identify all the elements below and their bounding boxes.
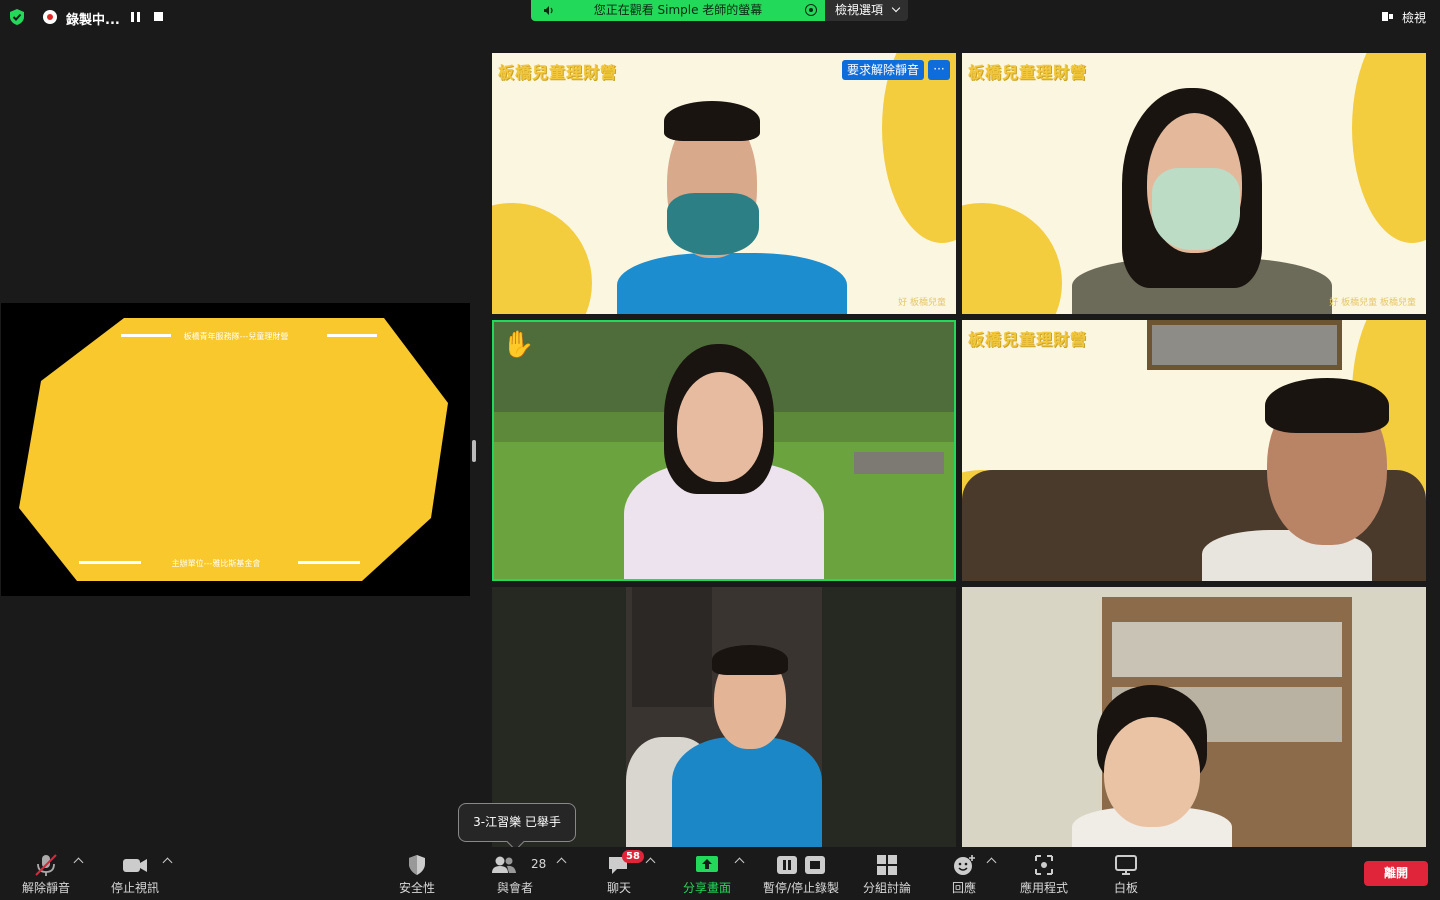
participant-video-tile[interactable] <box>962 587 1426 847</box>
participant-body <box>617 253 847 314</box>
stop-video-button[interactable]: 停止視訊 <box>103 847 167 900</box>
participant-hair <box>712 645 788 675</box>
whiteboard-label: 白板 <box>1113 881 1138 895</box>
background-blob <box>962 203 1062 314</box>
background-shelf <box>632 587 712 707</box>
whiteboard-icon <box>1115 855 1137 875</box>
more-options-button[interactable]: ··· <box>928 60 950 80</box>
face-mask <box>1152 168 1240 250</box>
unmute-label: 解除靜音 <box>21 881 70 895</box>
apps-icon <box>1035 855 1053 875</box>
security-shield-icon <box>409 855 425 875</box>
background-blob <box>1352 53 1426 243</box>
remote-control-icon[interactable] <box>805 4 817 16</box>
slide-dash-line <box>79 561 141 564</box>
pause-stop-recording-label: 暫停/停止錄製 <box>762 881 840 895</box>
virtual-background-banner: 板橋兒童理財營 <box>968 63 1088 82</box>
security-button[interactable]: 安全性 <box>386 847 448 900</box>
slide-dash-line <box>327 334 377 337</box>
breakout-rooms-icon <box>877 855 897 875</box>
share-screen-button[interactable]: 分享畫面 <box>676 847 738 900</box>
leave-meeting-button[interactable]: 離開 <box>1364 861 1428 886</box>
unmute-button[interactable]: 解除靜音 <box>14 847 78 900</box>
participant-video-tile[interactable]: 板橋兒童理財營 好 板橋兒童 要求解除靜音 ··· <box>492 53 956 314</box>
meeting-top-bar: 錄製中... 您正在觀看 Simple 老師的螢幕 檢視選項 檢視 <box>0 0 1440 34</box>
view-layout-icon <box>1382 12 1393 21</box>
virtual-background-banner: 板橋兒童理財營 <box>498 63 618 82</box>
participant-hair <box>664 101 760 141</box>
background-footer-text: 好 板橋兒童 板橋兒童 <box>1329 298 1416 308</box>
participants-options-caret-icon[interactable] <box>556 857 567 868</box>
virtual-background-banner: 板橋兒童理財營 <box>968 330 1088 349</box>
stop-recording-icon[interactable] <box>154 12 163 21</box>
participants-label: 與會者 <box>496 881 533 895</box>
chat-button[interactable]: 58 聊天 <box>590 847 648 900</box>
background-footer-text: 好 板橋兒童 <box>898 298 946 308</box>
security-label: 安全性 <box>398 881 435 895</box>
chat-label: 聊天 <box>606 881 631 895</box>
pause-stop-recording-button[interactable]: 暫停/停止錄製 <box>758 847 844 900</box>
participants-icon <box>491 856 516 873</box>
video-camera-icon <box>123 859 147 872</box>
speaker-icon <box>544 6 553 15</box>
split-view-drag-handle[interactable] <box>472 440 476 462</box>
background-blob <box>492 203 592 314</box>
pause-recording-icon[interactable] <box>131 12 140 22</box>
slide-header-text: 板橋青年服務隊---兒童理財營 <box>183 332 289 341</box>
view-options-dropdown[interactable]: 檢視選項 <box>825 0 908 21</box>
participant-hair <box>1265 378 1389 433</box>
slide-footer-text: 主辦單位---雅比斯基金會 <box>171 559 261 568</box>
recording-indicator-icon <box>43 10 57 24</box>
participant-body <box>672 737 822 847</box>
background-blob <box>882 53 956 243</box>
slide-dash-line <box>298 561 360 564</box>
encryption-shield-icon[interactable] <box>8 8 26 26</box>
participant-head <box>677 372 763 482</box>
breakout-rooms-button[interactable]: 分組討論 <box>855 847 919 900</box>
share-screen-label: 分享畫面 <box>682 881 731 895</box>
whiteboard-button[interactable]: 白板 <box>1098 847 1154 900</box>
chevron-down-icon <box>891 3 901 13</box>
smiley-reaction-icon <box>954 855 975 875</box>
apps-button[interactable]: 應用程式 <box>1012 847 1076 900</box>
stop-video-label: 停止視訊 <box>110 881 159 895</box>
shared-slide-shape <box>19 318 448 581</box>
reactions-button[interactable]: 回應 <box>936 847 992 900</box>
shared-screen: 板橋青年服務隊---兒童理財營 主辦單位---雅比斯基金會 <box>1 303 470 596</box>
breakout-rooms-label: 分組討論 <box>862 881 911 895</box>
viewing-screen-banner: 您正在觀看 Simple 老師的螢幕 <box>531 0 825 21</box>
books-row <box>1112 622 1342 677</box>
meeting-toolbar: 解除靜音 停止視訊 安全性 28 與會者 58 聊天 分享畫面 暫停/停止錄製 … <box>0 847 1440 900</box>
viewing-banner-text: 您正在觀看 Simple 老師的螢幕 <box>593 3 763 17</box>
active-speaker-video-tile[interactable]: ✋ <box>492 320 956 581</box>
participant-video-tile[interactable]: 板橋兒童理財營 好 板橋兒童 板橋兒童 <box>962 53 1426 314</box>
picture-frame <box>1147 320 1342 370</box>
participant-video-tile[interactable]: 板橋兒童理財營 <box>962 320 1426 581</box>
pause-stop-recording-icon <box>777 856 825 874</box>
apps-label: 應用程式 <box>1019 881 1068 895</box>
participant-head <box>1104 717 1200 827</box>
participants-button[interactable]: 28 與會者 <box>484 847 546 900</box>
view-options-label: 檢視選項 <box>835 3 884 17</box>
raised-hand-tooltip: 3-江習樂 已舉手 <box>458 803 576 842</box>
ask-to-unmute-button[interactable]: 要求解除靜音 <box>841 60 924 80</box>
reactions-label: 回應 <box>951 881 976 895</box>
unread-chat-badge: 58 <box>622 850 644 863</box>
face-mask <box>667 193 759 255</box>
participant-count: 28 <box>531 857 547 871</box>
share-screen-icon <box>696 856 718 872</box>
view-button[interactable]: 檢視 <box>1402 9 1426 26</box>
recording-label: 錄製中... <box>66 13 120 28</box>
building-roof <box>854 452 944 474</box>
muted-microphone-icon <box>35 854 57 876</box>
raised-hand-icon: ✋ <box>502 330 535 360</box>
